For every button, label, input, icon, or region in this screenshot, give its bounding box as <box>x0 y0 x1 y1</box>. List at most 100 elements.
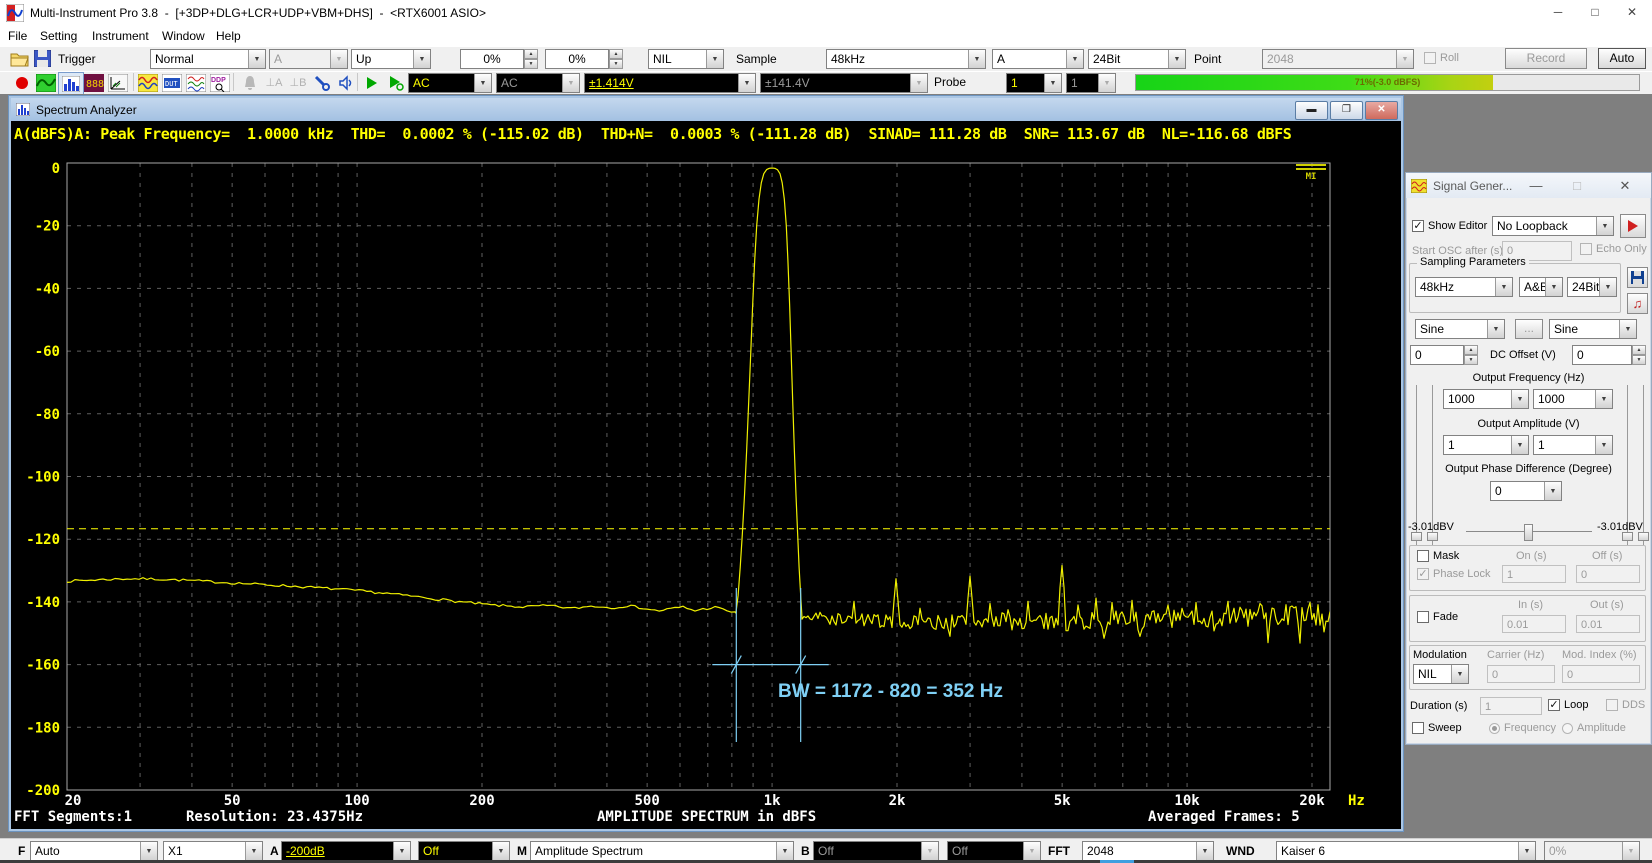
modulation-type-combo[interactable]: NIL▼ <box>1413 664 1469 684</box>
menu-instrument[interactable]: Instrument <box>92 29 149 43</box>
mask-on-input: 1 <box>1502 565 1566 583</box>
spectrum-3d-plot-icon[interactable] <box>106 72 130 93</box>
trigger-edge-combo[interactable]: Up▼ <box>351 49 431 69</box>
siggen-close-button[interactable]: ✕ <box>1616 178 1634 194</box>
waveform-more-button[interactable]: ... <box>1515 319 1543 339</box>
mode-combo[interactable]: Amplitude Spectrum▼ <box>530 841 794 861</box>
frequency-a-combo[interactable]: 1000▼ <box>1443 389 1529 409</box>
speaker-icon[interactable] <box>334 72 358 93</box>
device-test-plan-icon[interactable]: DUT <box>160 72 184 93</box>
open-file-icon[interactable] <box>10 50 30 67</box>
multimeter-icon[interactable]: 888 <box>82 72 106 93</box>
window-function-combo[interactable]: Kaiser 6▼ <box>1276 841 1536 861</box>
close-button[interactable]: ✕ <box>1617 3 1647 22</box>
trigger-mode-combo[interactable]: Normal▼ <box>150 49 266 69</box>
mask-off-input: 0 <box>1576 565 1640 583</box>
checkbox-box: ✓ <box>1417 568 1429 580</box>
menu-window[interactable]: Window <box>162 29 205 43</box>
sample-channel-combo[interactable]: A▼ <box>992 49 1084 69</box>
calibration-icon[interactable] <box>310 72 334 93</box>
frequency-b-combo[interactable]: 1000▼ <box>1533 389 1613 409</box>
trigger-frequency-combo[interactable]: NIL▼ <box>648 49 724 69</box>
signal-generator-icon[interactable] <box>136 72 160 93</box>
phase-slider-thumb[interactable] <box>1524 524 1533 541</box>
dc-offset-a-spinner[interactable]: 0 ▲▼ <box>1410 345 1478 365</box>
chevron-down-icon: ▼ <box>921 842 938 860</box>
record-icon[interactable] <box>10 72 34 93</box>
minimize-button[interactable]: ─ <box>1543 3 1573 22</box>
chevron-down-icon: ▼ <box>1098 74 1115 92</box>
amplitude-a-combo[interactable]: 1▼ <box>1443 435 1529 455</box>
siggen-bits-combo[interactable]: 24Bit▼ <box>1567 277 1617 297</box>
chevron-down-icon: ▼ <box>910 74 927 92</box>
chevron-down-icon: ▼ <box>393 842 410 860</box>
waveform-b-combo[interactable]: Sine▼ <box>1549 319 1637 339</box>
menu-help[interactable]: Help <box>216 29 241 43</box>
signal-generator-title: Signal Gener... <box>1433 179 1512 193</box>
loop-checkbox[interactable]: ✓Loop <box>1548 699 1588 711</box>
save-icon[interactable] <box>34 50 51 67</box>
chevron-down-icon: ▼ <box>1487 320 1504 338</box>
amplitude-b-combo[interactable]: 1▼ <box>1533 435 1613 455</box>
waveform-a-combo[interactable]: Sine▼ <box>1415 319 1505 339</box>
spectrum-window-titlebar[interactable]: Spectrum Analyzer <box>11 98 1401 121</box>
frequency-axis-combo[interactable]: Auto▼ <box>30 841 158 861</box>
fft-size-combo[interactable]: 2048▼ <box>1082 841 1214 861</box>
svg-text:Hz: Hz <box>1348 793 1365 809</box>
spectrum-plot[interactable]: 0-20-40-60-80-100-120-140-160-180-200205… <box>11 147 1401 829</box>
maximize-button[interactable]: □ <box>1580 3 1610 22</box>
checkbox-box <box>1606 699 1618 711</box>
display-a-combo[interactable]: Off▼ <box>418 841 510 861</box>
bw-annotation-text: BW = 1172 - 820 = 352 Hz <box>778 681 1003 702</box>
trigger-level-spinner[interactable]: 0% ▲▼ <box>460 49 538 69</box>
duration-label: Duration (s) <box>1410 700 1467 712</box>
siggen-channels-combo[interactable]: A&B▼ <box>1519 277 1563 297</box>
dc-offset-b-spinner[interactable]: 0 ▲▼ <box>1572 345 1646 365</box>
duration-input: 1 <box>1480 697 1542 715</box>
chevron-down-icon: ▼ <box>562 74 579 92</box>
oscilloscope-icon[interactable] <box>34 72 58 93</box>
show-editor-checkbox[interactable]: ✓Show Editor <box>1412 220 1487 232</box>
toolbar-separator <box>357 73 358 91</box>
siggen-save-button[interactable] <box>1627 267 1648 288</box>
trigger-delay-spinner[interactable]: 0% ▲▼ <box>545 49 623 69</box>
spectrum-analyzer-icon[interactable] <box>58 72 84 95</box>
level-meter-text: 71%(-3.0 dBFS) <box>1136 77 1639 87</box>
echo-only-checkbox: Echo Only <box>1580 243 1647 255</box>
menu-file[interactable]: File <box>8 29 27 43</box>
loopback-combo[interactable]: No Loopback▼ <box>1492 216 1614 236</box>
probe-a-combo[interactable]: 1▼ <box>1006 73 1062 93</box>
svg-text:-60: -60 <box>35 344 60 360</box>
sample-bits-combo[interactable]: 24Bit▼ <box>1088 49 1186 69</box>
phase-difference-combo[interactable]: 0▼ <box>1490 481 1562 501</box>
chevron-down-icon: ▼ <box>330 50 347 68</box>
ddp-viewer-icon[interactable]: DDP <box>208 72 232 93</box>
svg-text:50: 50 <box>224 793 241 809</box>
siggen-sample-rate-combo[interactable]: 48kHz▼ <box>1415 277 1513 297</box>
spectrum-minimize-button[interactable]: ▬ <box>1295 101 1328 120</box>
derived-data-icon[interactable] <box>184 72 208 93</box>
sweep-checkbox[interactable]: Sweep <box>1412 722 1462 734</box>
chevron-down-icon: ▼ <box>1595 390 1612 408</box>
spectrum-restore-button[interactable]: ❐ <box>1330 101 1363 120</box>
menu-setting[interactable]: Setting <box>40 29 77 43</box>
chevron-down-icon: ▼ <box>1595 436 1612 454</box>
range-a-bottom-combo[interactable]: -200dB▼ <box>281 841 411 861</box>
chevron-down-icon: ▼ <box>413 50 430 68</box>
run-icon[interactable] <box>360 72 384 93</box>
auto-button[interactable]: Auto <box>1598 48 1646 69</box>
fade-checkbox[interactable]: Fade <box>1417 611 1458 623</box>
mi-logo: MI <box>1296 164 1326 182</box>
siggen-run-button[interactable] <box>1620 214 1646 238</box>
spectrum-close-button[interactable]: ✕ <box>1365 101 1398 120</box>
mask-checkbox[interactable]: Mask <box>1417 550 1459 562</box>
coupling-a-combo[interactable]: AC▼ <box>408 73 492 93</box>
siggen-minimize-button[interactable]: — <box>1527 178 1545 193</box>
radio-circle <box>1489 723 1500 734</box>
radio-circle <box>1562 723 1573 734</box>
zoom-combo[interactable]: X1▼ <box>163 841 263 861</box>
siggen-play-note-button[interactable]: ♫ <box>1627 293 1648 314</box>
sample-rate-combo[interactable]: 48kHz▼ <box>826 49 986 69</box>
range-a-combo[interactable]: ±1.414V▼ <box>584 73 756 93</box>
run-once-icon[interactable] <box>384 72 408 93</box>
